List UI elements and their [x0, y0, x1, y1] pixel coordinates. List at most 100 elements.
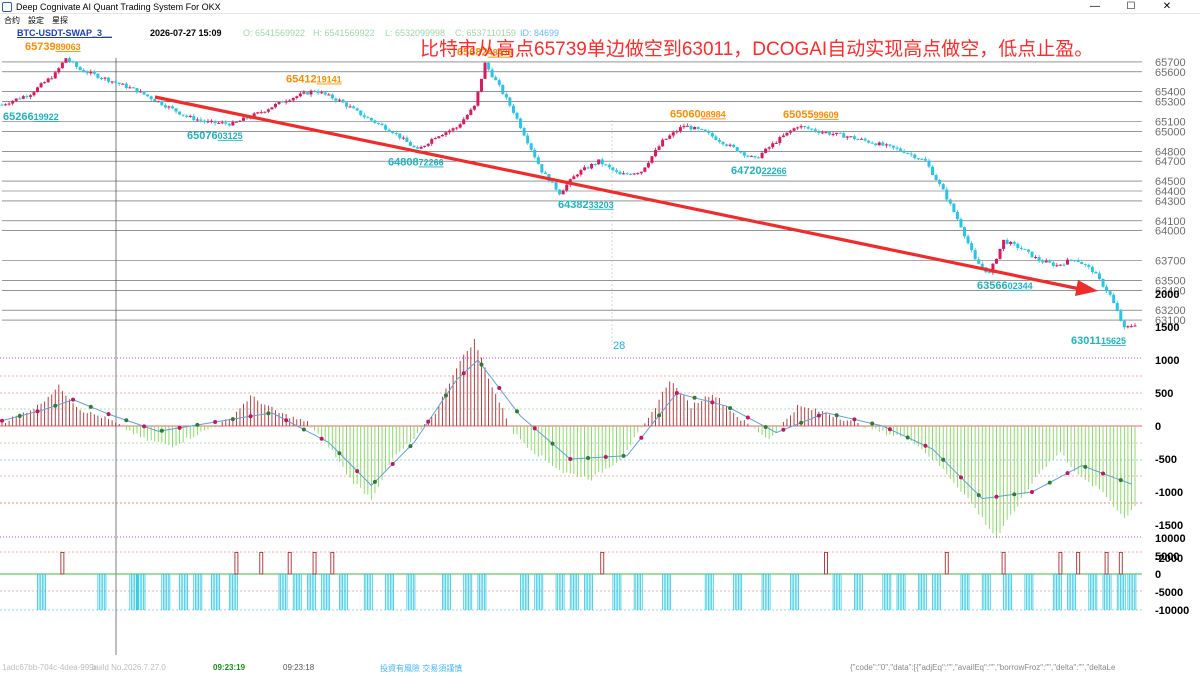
candle-body — [376, 122, 380, 124]
candle-body — [970, 243, 974, 251]
candle-body — [487, 62, 491, 70]
price-tick-label: 63700 — [1155, 256, 1186, 268]
macd-tick-label: 0 — [1155, 421, 1161, 433]
candle-body — [1055, 265, 1059, 267]
candle-body — [36, 87, 40, 93]
candle-body — [1083, 264, 1087, 266]
candle-body — [788, 130, 792, 133]
candle-body — [717, 139, 721, 142]
macd-signal-dot — [852, 417, 857, 422]
candle-body — [188, 115, 192, 117]
candle-body — [920, 158, 924, 160]
macd-signal-dot — [106, 412, 111, 417]
extremum-label: 6356602344 — [977, 280, 1033, 292]
candle-body — [1030, 251, 1034, 258]
candle-body — [668, 135, 672, 139]
candle-body — [394, 133, 398, 135]
extremum-label: 6438233203 — [558, 199, 614, 211]
macd-signal-dot — [941, 457, 946, 462]
candle-body — [657, 146, 661, 150]
candle-body — [288, 100, 292, 102]
candle-body — [508, 97, 512, 106]
candle-body — [725, 144, 729, 146]
macd-signal-dot — [763, 424, 768, 429]
candle-body — [838, 132, 842, 134]
macd-signal-dot — [230, 417, 235, 422]
macd-signal-dot — [621, 453, 626, 458]
candle-body — [845, 136, 849, 138]
candle-body — [174, 108, 178, 112]
macd-signal-dot — [124, 418, 129, 423]
candle-body — [1112, 294, 1116, 304]
candle-body — [67, 58, 71, 62]
candle-body — [1037, 257, 1041, 262]
candle-body — [774, 142, 778, 144]
candle-body — [437, 136, 441, 139]
candle-body — [1002, 239, 1006, 249]
candle-body — [561, 190, 565, 195]
candle-body — [685, 125, 689, 127]
candle-body — [18, 98, 22, 100]
candle-body — [490, 69, 494, 78]
candle-body — [565, 184, 569, 191]
macd-signal-dot — [657, 413, 662, 418]
candle-body — [764, 148, 768, 153]
candle-body — [0, 104, 4, 106]
price-tick-label: 64300 — [1155, 196, 1186, 208]
candle-body — [178, 111, 182, 115]
candle-body — [1069, 259, 1073, 261]
macd-signal-dot — [17, 414, 22, 419]
candle-body — [515, 112, 519, 119]
candle-body — [217, 122, 221, 124]
buy-signal-bar — [312, 551, 317, 575]
candle-body — [607, 164, 611, 168]
candle-body — [28, 95, 32, 97]
candle-body — [778, 137, 782, 143]
candle-body — [582, 167, 586, 171]
candle-body — [273, 103, 277, 108]
candle-body — [1090, 266, 1094, 272]
candle-body — [192, 115, 196, 121]
candle-body — [860, 138, 864, 140]
price-tick-label: 65000 — [1155, 126, 1186, 138]
macd-signal-dot — [355, 469, 360, 474]
candle-body — [703, 129, 707, 132]
price-tick-label: 64000 — [1155, 226, 1186, 238]
candle-body — [309, 90, 313, 95]
price-tick-label: 64700 — [1155, 156, 1186, 168]
candle-body — [955, 212, 959, 220]
candle-body — [234, 121, 238, 123]
candle-body — [167, 106, 171, 108]
candle-body — [11, 100, 15, 104]
candle-body — [604, 164, 608, 166]
extremum-label: 6301115625 — [1071, 335, 1126, 347]
extremum-label: 6573989063 — [25, 41, 81, 53]
candle-body — [998, 248, 1002, 259]
candle-body — [320, 92, 324, 94]
candle-body — [572, 176, 576, 180]
candle-body — [85, 72, 89, 74]
candle-body — [579, 170, 583, 175]
extremum-label: 6472022266 — [731, 165, 787, 177]
candle-body — [739, 151, 743, 153]
candle-body — [1129, 326, 1133, 328]
candle-body — [206, 121, 210, 123]
candle-body — [149, 96, 153, 100]
candle-body — [53, 72, 57, 79]
candle-body — [25, 96, 29, 98]
candle-body — [771, 143, 775, 148]
candle-body — [781, 135, 785, 138]
candle-body — [213, 120, 217, 124]
candle-body — [792, 128, 796, 131]
headline-annotation: 比特市从高点65739单边做空到63011，DCOGAI自动实现高点做空，低点止… — [420, 39, 1094, 60]
candle-body — [661, 139, 665, 147]
candle-body — [1019, 247, 1023, 249]
candle-body — [1122, 320, 1126, 328]
candle-body — [820, 132, 824, 134]
candle-body — [89, 71, 93, 74]
candle-body — [494, 77, 498, 81]
candle-body — [131, 87, 135, 89]
trading-chart[interactable]: 6570065600654006530065100650006480064700… — [0, 0, 1200, 662]
candle-body — [1023, 248, 1027, 250]
macd-signal-dot — [142, 424, 147, 429]
